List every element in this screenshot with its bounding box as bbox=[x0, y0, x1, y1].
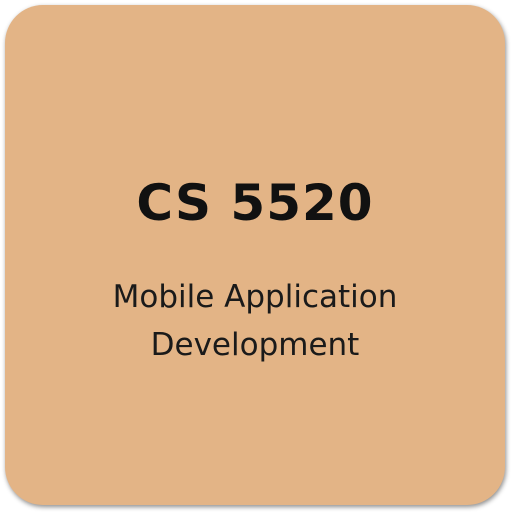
course-code: CS 5520 bbox=[136, 174, 374, 232]
course-tile[interactable]: CS 5520 Mobile Application Development bbox=[5, 5, 505, 505]
course-title: Mobile Application Development bbox=[112, 279, 398, 363]
